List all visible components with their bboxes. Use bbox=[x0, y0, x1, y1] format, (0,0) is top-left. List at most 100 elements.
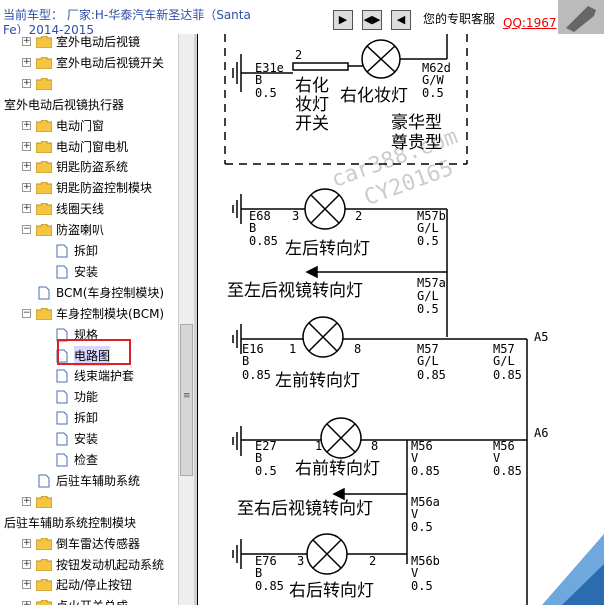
collapse-icon[interactable]: − bbox=[22, 308, 31, 318]
next-button[interactable]: ▶ bbox=[333, 10, 353, 30]
tree-item-label: BCM(车身控制模块) bbox=[56, 285, 165, 300]
rr-pin2: 2 bbox=[369, 554, 376, 568]
e31e-color: B bbox=[255, 73, 262, 87]
e16-size: 0.85 bbox=[242, 368, 271, 382]
expand-icon[interactable]: + bbox=[22, 559, 31, 569]
tree-item[interactable]: 后驻车辅助系统控制模块 bbox=[0, 513, 178, 533]
document-icon bbox=[56, 265, 68, 279]
tree-item-label: 后驻车辅助系统控制模块 bbox=[4, 515, 137, 530]
tree-item-label: 拆卸 bbox=[74, 244, 99, 258]
m57a-label: M57a bbox=[417, 276, 446, 290]
tree-item[interactable]: + 点火开关总成 bbox=[0, 596, 178, 605]
tree-item[interactable]: + 倒车雷达传感器 bbox=[0, 534, 178, 554]
tree-item-label: 功能 bbox=[74, 390, 99, 405]
document-icon bbox=[56, 411, 68, 425]
m57-color-2: G/L bbox=[493, 354, 515, 368]
tree-item[interactable]: 线束端护套 bbox=[0, 366, 178, 386]
navigation-tree: + 室外电动后视镜 + 室外电动后视镜开关 + 室外电动后视镜执行器 + 电动门窗 + 电动门窗电… bbox=[0, 34, 178, 605]
tree-item[interactable]: + 电动门窗 bbox=[0, 116, 178, 136]
m56b-size: 0.5 bbox=[411, 579, 433, 593]
m57-size-2: 0.85 bbox=[493, 368, 522, 382]
tree-item-label: 起动/停止按钮 bbox=[56, 578, 133, 593]
m56-color-2: V bbox=[493, 451, 500, 465]
left-rear-turn-lamp-label: 左后转向灯 bbox=[285, 239, 370, 259]
collapse-icon[interactable]: − bbox=[22, 225, 31, 235]
expand-icon[interactable]: + bbox=[22, 57, 31, 67]
tree-item[interactable]: + 电动门窗电机 bbox=[0, 137, 178, 157]
expand-icon[interactable]: + bbox=[22, 183, 31, 193]
tree-item[interactable]: + 钥匙防盗控制模块 bbox=[0, 178, 178, 198]
expand-icon[interactable]: + bbox=[22, 538, 31, 548]
m56b-color: V bbox=[411, 566, 418, 580]
switch-label-1: 右化 bbox=[295, 76, 329, 96]
expand-icon[interactable]: + bbox=[22, 162, 31, 172]
tree-item[interactable]: − 车身控制模块(BCM) bbox=[0, 304, 178, 324]
expand-icon[interactable]: + bbox=[22, 141, 31, 151]
tree-item-label: 钥匙防盗控制模块 bbox=[56, 181, 153, 196]
m57-size: 0.85 bbox=[417, 368, 446, 382]
tree-item[interactable]: + 起动/停止按钮 bbox=[0, 575, 178, 595]
switch-label-3: 开关 bbox=[295, 114, 329, 134]
tree-item[interactable]: 安装 bbox=[0, 262, 178, 282]
m57a-size: 0.5 bbox=[417, 302, 439, 316]
prev-button[interactable]: ◀ bbox=[391, 10, 411, 30]
tree-scrollbar[interactable]: ≡ bbox=[178, 34, 194, 605]
expand-icon[interactable]: + bbox=[22, 204, 31, 214]
tree-item[interactable]: 安装 bbox=[0, 429, 178, 449]
header-bar: 当前车型： 厂家:H-华泰汽车新圣达菲（Santa Fe）2014-2015 ▶… bbox=[0, 0, 604, 34]
tree-item-label: 线束端护套 bbox=[74, 369, 135, 384]
left-mirror-turn-label: 至左后视镜转向灯 bbox=[227, 281, 363, 301]
support-label: 您的专职客服 bbox=[423, 12, 496, 26]
tree-item[interactable]: 室外电动后视镜执行器 bbox=[0, 95, 178, 115]
e31e-size: 0.5 bbox=[255, 86, 277, 100]
m56-size: 0.85 bbox=[411, 464, 440, 478]
tree-item-label: 点火开关总成 bbox=[56, 596, 128, 605]
m57a-color: G/L bbox=[417, 289, 439, 303]
m56a-size: 0.5 bbox=[411, 520, 433, 534]
folder-icon bbox=[36, 161, 52, 174]
rf-pin1: 1 bbox=[315, 439, 322, 453]
tree-item[interactable]: 拆卸 bbox=[0, 241, 178, 261]
folder-open-icon bbox=[36, 307, 52, 320]
tree-item[interactable]: + 钥匙防盗系统 bbox=[0, 157, 178, 177]
tree-item[interactable]: + 线圈天线 bbox=[0, 199, 178, 219]
tree-item-label: 按钮发动机起动系统 bbox=[56, 557, 165, 572]
folder-icon bbox=[36, 203, 52, 216]
wrench-logo-icon bbox=[558, 0, 604, 34]
tree-item[interactable]: + 室外电动后视镜 bbox=[0, 34, 178, 52]
tree-item[interactable]: − 防盗喇叭 bbox=[0, 220, 178, 240]
expand-icon[interactable]: + bbox=[22, 37, 31, 46]
tree-item[interactable]: 后驻车辅助系统 bbox=[0, 471, 178, 491]
tree-item[interactable]: + bbox=[0, 492, 178, 512]
tree-item[interactable]: + 按钮发动机起动系统 bbox=[0, 555, 178, 575]
expand-button[interactable]: ◀▶ bbox=[362, 10, 382, 30]
expand-icon[interactable]: + bbox=[22, 496, 31, 506]
corner-watermark-logo bbox=[542, 534, 604, 605]
tree-item[interactable]: 功能 bbox=[0, 387, 178, 407]
tree-item-label: 检查 bbox=[74, 453, 99, 467]
tree-item[interactable]: 检查 bbox=[0, 450, 178, 470]
expand-icon[interactable]: + bbox=[22, 120, 31, 130]
qq-link[interactable]: QQ:1967 bbox=[503, 16, 556, 30]
tree-item-label: 后驻车辅助系统 bbox=[56, 473, 141, 488]
rf-pin2: 8 bbox=[371, 439, 378, 453]
vehicle-model-title: 当前车型： 厂家:H-华泰汽车新圣达菲（Santa Fe）2014-2015 bbox=[3, 8, 251, 34]
right-vanity-lamp-label: 右化妆灯 bbox=[340, 86, 408, 106]
tree-item[interactable]: + bbox=[0, 74, 178, 94]
tree-item-label: 安装 bbox=[74, 432, 99, 447]
expand-icon[interactable]: + bbox=[22, 580, 31, 590]
tree-item[interactable]: BCM(车身控制模块) bbox=[0, 283, 178, 303]
selected-item-highlight bbox=[57, 339, 131, 365]
tree-item[interactable]: 拆卸 bbox=[0, 408, 178, 428]
document-icon bbox=[38, 286, 50, 300]
switch-label-2: 妆灯 bbox=[295, 95, 329, 115]
m57b-size: 0.5 bbox=[417, 234, 439, 248]
m62d-size: 0.5 bbox=[422, 86, 444, 100]
right-mirror-turn-label: 至右后视镜转向灯 bbox=[237, 499, 373, 519]
scrollbar-thumb[interactable]: ≡ bbox=[180, 324, 193, 476]
tree-item[interactable]: + 室外电动后视镜开关 bbox=[0, 53, 178, 73]
expand-icon[interactable]: + bbox=[22, 78, 31, 88]
m56-color: V bbox=[411, 451, 418, 465]
tree-item-label: 室外电动后视镜 bbox=[56, 35, 141, 49]
expand-icon[interactable]: + bbox=[22, 601, 31, 605]
